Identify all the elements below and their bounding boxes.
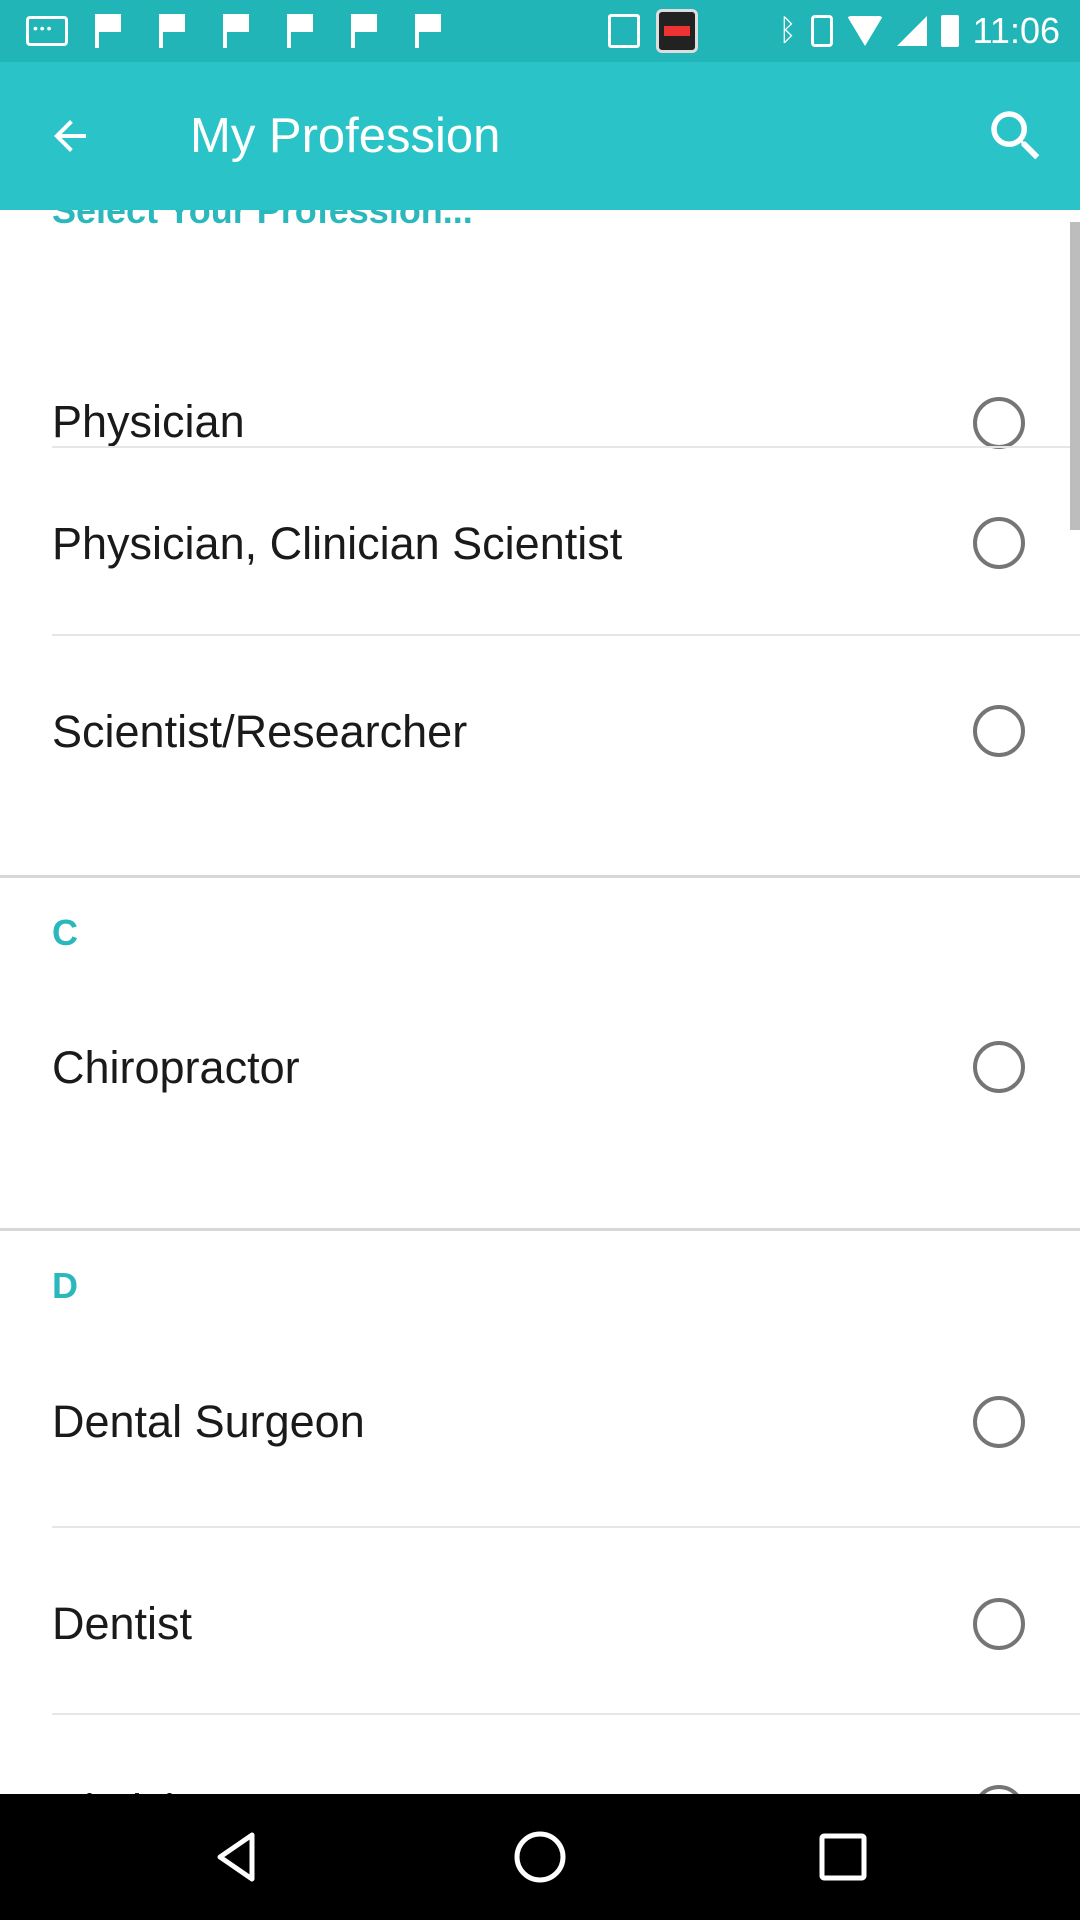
scrollbar[interactable] [1070,222,1080,530]
bluetooth-icon: ᛒ [778,14,797,47]
flag-icon [92,14,122,48]
group-divider [0,1228,1080,1231]
flag-icon [348,14,378,48]
flag-icon [156,14,186,48]
status-time: 11:06 [972,10,1060,51]
list-item-label: Scientist/Researcher [52,706,468,757]
navigation-bar [0,1794,1080,1920]
list-item-label: Dentist [52,1598,193,1649]
list-item-label: Chiropractor [52,1042,300,1093]
back-button[interactable] [38,104,102,168]
radio-button[interactable] [973,517,1025,569]
list-item-label: Dental Surgeon [52,1396,365,1447]
nav-home-button[interactable] [460,1794,620,1920]
home-circle-icon [514,1831,566,1883]
radio-button[interactable] [973,705,1025,757]
list-item-scientist-researcher[interactable]: Scientist/Researcher [0,636,1080,876]
list-item-label: Dietician [52,1785,225,1794]
app-bar: My Profession [0,62,1080,210]
list-item-dietician[interactable]: Dietician [0,1715,1080,1794]
battery-icon [940,15,959,47]
message-icon [26,16,68,46]
nav-back-button[interactable] [156,1794,316,1920]
section-header-c: C [52,912,78,953]
recents-square-icon [819,1833,867,1881]
radio-button[interactable] [973,1396,1025,1448]
list-item-dental-surgeon[interactable]: Dental Surgeon [0,1350,1080,1526]
document-icon [608,14,640,48]
arrow-back-icon [54,120,86,152]
flag-icon [284,14,314,48]
radio-button[interactable] [973,1598,1025,1650]
profession-list[interactable]: Select Your Profession... Physician Phys… [0,210,1080,1794]
search-icon [991,111,1040,160]
list-item-dentist[interactable]: Dentist [0,1528,1080,1714]
radio-button[interactable] [973,1041,1025,1093]
page-title: My Profession [190,109,501,163]
wifi-icon [846,16,883,46]
search-button[interactable] [980,100,1052,172]
signal-icon [896,16,927,46]
radio-button[interactable] [973,397,1025,449]
flag-icon [412,14,442,48]
group-divider [0,875,1080,878]
vibrate-icon [810,15,833,47]
section-header-top: Select Your Profession... [52,210,473,231]
status-bar: ᛒ 11:06 [0,0,1080,62]
flag-icon [220,14,250,48]
list-item-label: Physician [52,396,245,447]
section-header-d: D [52,1265,78,1306]
nav-recents-button[interactable] [763,1794,923,1920]
back-triangle-icon [217,1832,255,1882]
radio-button[interactable] [973,1785,1025,1794]
police-app-icon [656,9,698,53]
list-item-chiropractor[interactable]: Chiropractor [0,1000,1080,1228]
list-item-label: Physician, Clinician Scientist [52,518,623,569]
list-item-physician-clinician-scientist[interactable]: Physician, Clinician Scientist [0,448,1080,634]
